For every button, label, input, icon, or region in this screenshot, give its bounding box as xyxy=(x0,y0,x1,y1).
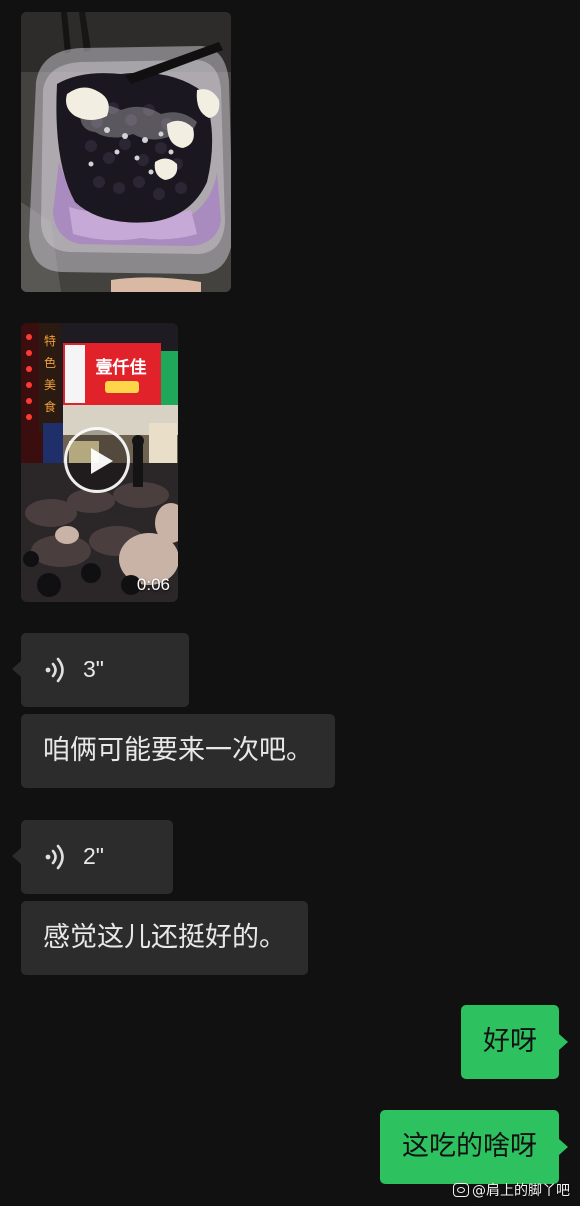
image-message[interactable] xyxy=(21,12,231,292)
weibo-icon xyxy=(453,1183,469,1197)
side-sign-char: 食 xyxy=(44,399,56,414)
side-sign-char: 色 xyxy=(44,356,56,370)
watermark: @肩上的脚丫吧 xyxy=(453,1180,570,1200)
voice-duration: 3" xyxy=(83,656,104,682)
video-message[interactable]: 特色美食 壹仟佳 0:06 xyxy=(21,323,178,602)
voice-wave-icon xyxy=(45,657,64,683)
incoming-text-bubble[interactable]: 感觉这儿还挺好的。 xyxy=(21,901,308,975)
outgoing-text-bubble[interactable]: 这吃的啥呀 xyxy=(380,1110,568,1184)
shop-sign-text: 壹仟佳 xyxy=(96,357,147,378)
incoming-text-bubble[interactable]: 咱俩可能要来一次吧。 xyxy=(21,714,335,788)
voice-message[interactable]: 2" xyxy=(12,820,173,894)
food-photo xyxy=(21,12,231,292)
voice-wave-icon xyxy=(45,844,64,870)
voice-message[interactable]: 3" xyxy=(12,633,189,707)
outgoing-text-bubble[interactable]: 好呀 xyxy=(461,1005,568,1079)
side-sign-char: 美 xyxy=(44,378,56,392)
video-duration: 0:06 xyxy=(136,575,170,594)
voice-duration: 2" xyxy=(83,843,104,869)
watermark-text: @肩上的脚丫吧 xyxy=(472,1183,570,1199)
side-sign-char: 特 xyxy=(44,333,56,348)
play-icon[interactable] xyxy=(64,427,130,493)
